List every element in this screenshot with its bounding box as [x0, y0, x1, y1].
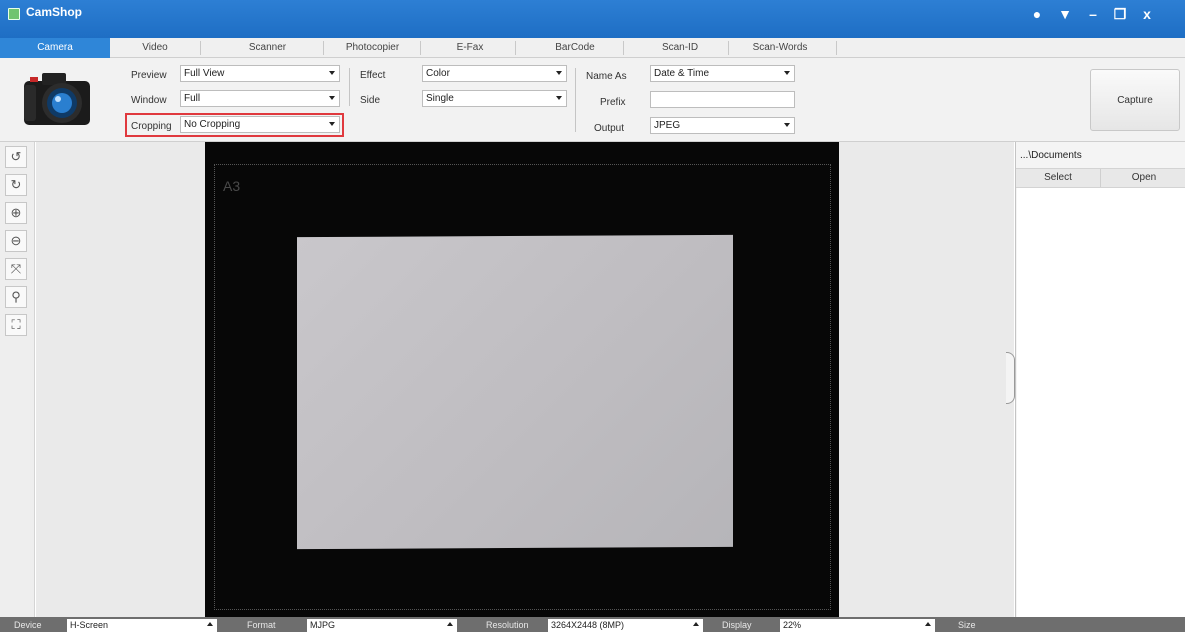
stamp-icon[interactable]: ⚲ [5, 286, 27, 308]
resolution-label: Resolution [486, 620, 529, 630]
tab-camera[interactable]: Camera [0, 38, 110, 58]
name-as-dropdown[interactable]: Date & Time [650, 65, 795, 82]
paper-size-label: A3 [223, 178, 241, 194]
tab-scanner[interactable]: Scanner [220, 38, 315, 58]
dropdown-arrow-icon [784, 123, 790, 127]
camera-icon [24, 73, 90, 125]
tab-photocopier[interactable]: Photocopier [330, 38, 415, 58]
output-dropdown[interactable]: JPEG [650, 117, 795, 134]
file-panel-buttons: Select Open [1016, 168, 1185, 188]
tab-divider [323, 41, 324, 55]
output-label: Output [594, 123, 625, 134]
close-icon[interactable]: x [1137, 4, 1157, 24]
tab-scan-words[interactable]: Scan-Words [735, 38, 825, 58]
dropdown-arrow-icon [207, 622, 213, 626]
rotate-right-icon[interactable]: ↻ [5, 174, 27, 196]
settings-divider [575, 68, 576, 132]
dropdown-arrow-icon [556, 71, 562, 75]
status-bar: Device H-Screen Format MJPG Resolution 3… [0, 617, 1185, 632]
tab-barcode[interactable]: BarCode [535, 38, 615, 58]
format-value: MJPG [310, 620, 336, 630]
size-label: Size [958, 620, 976, 630]
title-bar: CamShop ● ▼ – ❐ x [0, 0, 1185, 38]
tab-divider [515, 41, 516, 55]
effect-dropdown[interactable]: Color [422, 65, 567, 82]
settings-panel: Preview Full View Window Full Cropping N… [0, 58, 1185, 142]
format-dropdown[interactable]: MJPG [307, 619, 457, 632]
menu-dropdown-icon[interactable]: ▼ [1055, 4, 1075, 24]
rotate-left-icon[interactable]: ↺ [5, 146, 27, 168]
window-value: Full [184, 93, 201, 104]
dropdown-arrow-icon [925, 622, 931, 626]
left-toolbar: ↺ ↻ ⊕ ⊖ ⤧ ⚲ ⛶ [0, 142, 35, 617]
dropdown-arrow-icon [329, 71, 335, 75]
minimize-icon[interactable]: – [1083, 4, 1103, 24]
device-dropdown[interactable]: H-Screen [67, 619, 217, 632]
skin-icon[interactable]: ● [1027, 4, 1047, 24]
fit-to-window-icon[interactable]: ⤧ [5, 258, 27, 280]
tab-efax[interactable]: E-Fax [430, 38, 510, 58]
prefix-label: Prefix [600, 97, 626, 108]
tab-divider [200, 41, 201, 55]
file-panel: ...\Documents Select Open [1015, 142, 1185, 617]
device-value: H-Screen [70, 620, 109, 630]
display-dropdown[interactable]: 22% [780, 619, 935, 632]
format-label: Format [247, 620, 276, 630]
prefix-input[interactable] [650, 91, 795, 108]
cropping-highlight [125, 113, 344, 137]
save-path: ...\Documents [1020, 150, 1082, 161]
tab-scan-id[interactable]: Scan-ID [640, 38, 720, 58]
window-label: Window [131, 95, 167, 106]
zoom-out-icon[interactable]: ⊖ [5, 230, 27, 252]
preview-value: Full View [184, 68, 225, 79]
dropdown-arrow-icon [447, 622, 453, 626]
display-value: 22% [783, 620, 802, 630]
document-in-view [297, 234, 733, 550]
open-folder-button[interactable]: Open [1102, 169, 1185, 187]
file-list[interactable] [1017, 188, 1185, 617]
side-dropdown[interactable]: Single [422, 90, 567, 107]
resolution-dropdown[interactable]: 3264X2448 (8MP) [548, 619, 703, 632]
window-dropdown[interactable]: Full [180, 90, 340, 107]
resolution-value: 3264X2448 (8MP) [551, 620, 625, 630]
mode-tabs: Camera Video Scanner Photocopier E-Fax B… [0, 38, 1185, 58]
effect-value: Color [426, 68, 450, 79]
display-label: Display [722, 620, 752, 630]
effect-label: Effect [360, 70, 386, 81]
output-value: JPEG [654, 120, 681, 131]
select-folder-button[interactable]: Select [1016, 169, 1101, 187]
name-as-label: Name As [586, 71, 627, 82]
dropdown-arrow-icon [784, 71, 790, 75]
app-title: CamShop [26, 5, 83, 19]
dropdown-arrow-icon [556, 96, 562, 100]
fullscreen-icon[interactable]: ⛶ [5, 314, 27, 336]
zoom-in-icon[interactable]: ⊕ [5, 202, 27, 224]
tab-divider [623, 41, 624, 55]
preview-label: Preview [131, 70, 167, 81]
side-label: Side [360, 95, 381, 106]
preview-dropdown[interactable]: Full View [180, 65, 340, 82]
tab-divider [728, 41, 729, 55]
app-logo-icon [8, 8, 20, 20]
tab-divider [420, 41, 421, 55]
settings-divider [349, 68, 350, 106]
side-value: Single [426, 93, 454, 104]
tab-divider [836, 41, 837, 55]
device-label: Device [14, 620, 42, 630]
dropdown-arrow-icon [693, 622, 699, 626]
dropdown-arrow-icon [329, 96, 335, 100]
name-as-value: Date & Time [654, 68, 710, 79]
tab-video[interactable]: Video [110, 38, 200, 58]
restore-icon[interactable]: ❐ [1110, 4, 1130, 24]
panel-collapse-handle[interactable] [1006, 352, 1015, 404]
capture-button[interactable]: Capture [1090, 69, 1180, 131]
